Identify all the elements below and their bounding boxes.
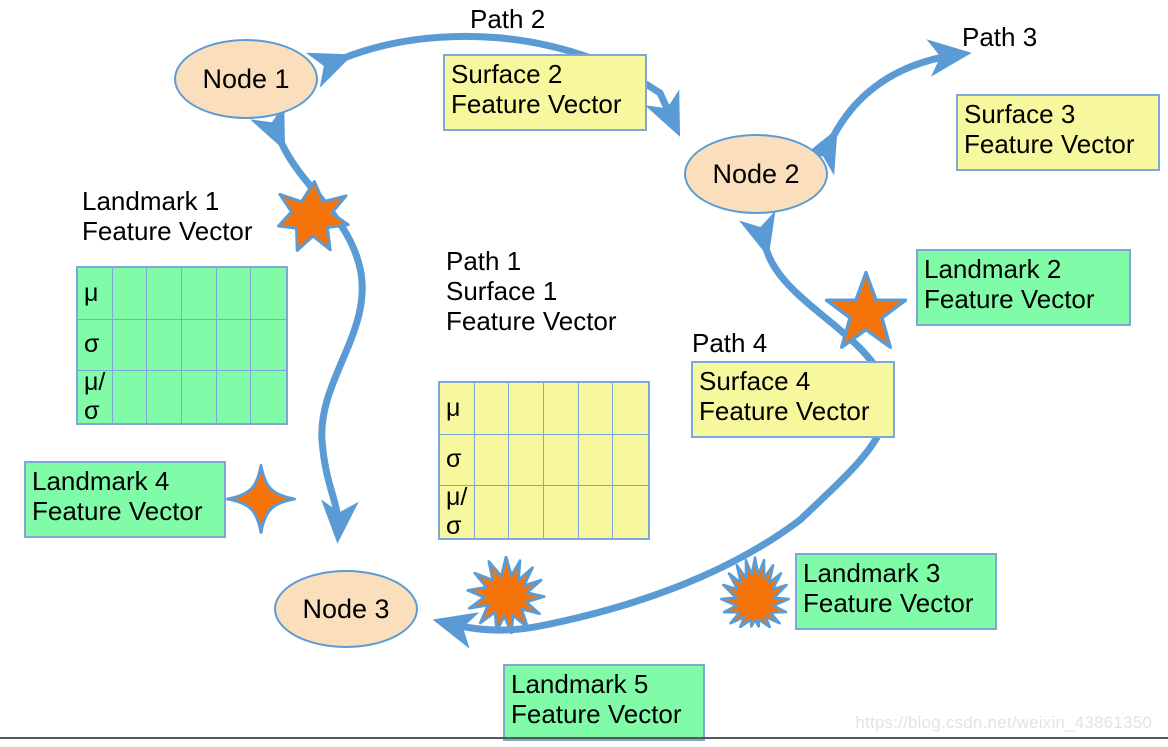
landmark4-line2: Feature Vector <box>32 496 203 527</box>
landmark2-feature-vector-box[interactable]: Landmark 2 Feature Vector <box>916 249 1131 326</box>
feature-cell[interactable]: σ <box>440 434 475 487</box>
feature-cell[interactable] <box>147 371 182 423</box>
landmark2-line2: Feature Vector <box>924 284 1095 315</box>
node-label: Node 2 <box>712 158 800 189</box>
feature-cell[interactable] <box>112 268 148 320</box>
feature-cell[interactable] <box>613 486 648 538</box>
feature-cell[interactable] <box>147 268 182 320</box>
node-label: Node 3 <box>302 593 390 624</box>
node-node3[interactable]: Node 3 <box>274 570 418 648</box>
landmark1-line1: Landmark 1 <box>82 186 220 216</box>
star-landmark3-icon <box>720 556 790 628</box>
bottom-divider <box>0 737 1168 739</box>
feature-cell[interactable] <box>182 319 217 372</box>
surface2-line2: Feature Vector <box>451 89 622 120</box>
feature-cell[interactable] <box>113 371 148 423</box>
surface4-line1: Surface 4 <box>699 366 811 396</box>
edge-path1 <box>249 103 366 544</box>
feature-cell[interactable] <box>182 268 217 320</box>
watermark-text: https://blog.csdn.net/weixin_43861350 <box>855 713 1152 732</box>
landmark2-line1: Landmark 2 <box>924 254 1062 284</box>
surface3-line1: Surface 3 <box>964 99 1076 129</box>
feature-cell[interactable] <box>251 268 286 320</box>
feature-cell[interactable] <box>216 268 252 320</box>
feature-cell[interactable] <box>544 486 579 538</box>
star-landmark1-icon <box>277 180 350 252</box>
feature-cell[interactable] <box>251 320 286 372</box>
feature-cell[interactable] <box>475 486 510 538</box>
diagram-canvas: Node 1 Node 2 Node 3 Path 2 Path 3 Path … <box>0 0 1168 747</box>
feature-cell[interactable] <box>217 371 252 423</box>
star-landmark5-icon <box>466 556 546 634</box>
landmark1-feature-table[interactable]: μ σ μ/σ <box>76 266 288 425</box>
feature-cell[interactable] <box>578 434 614 487</box>
feature-cell[interactable] <box>182 371 217 423</box>
node-node1[interactable]: Node 1 <box>174 39 318 119</box>
landmark4-feature-vector-box[interactable]: Landmark 4 Feature Vector <box>24 461 226 538</box>
landmark5-feature-vector-box[interactable]: Landmark 5 Feature Vector <box>503 664 705 741</box>
surface1-feature-table[interactable]: μ σ μ/σ <box>438 381 650 540</box>
path-label-text: Path 3 <box>962 22 1038 52</box>
landmark5-line2: Feature Vector <box>511 699 682 730</box>
label-path4: Path 4 <box>692 328 767 358</box>
label-landmark1: Landmark 1 Feature Vector <box>82 186 253 246</box>
feature-cell[interactable] <box>474 434 510 487</box>
star-landmark4-icon <box>226 464 296 534</box>
feature-cell[interactable] <box>216 319 252 372</box>
feature-cell[interactable]: σ <box>78 319 113 372</box>
surface3-line2: Feature Vector <box>964 129 1135 160</box>
feature-cell[interactable] <box>474 383 510 435</box>
feature-cell[interactable] <box>112 319 148 372</box>
node-node2[interactable]: Node 2 <box>684 134 828 214</box>
feature-cell[interactable] <box>579 486 614 538</box>
surface4-feature-vector-box[interactable]: Surface 4 Feature Vector <box>691 361 895 438</box>
surface1-line1: Surface 1 <box>446 276 558 307</box>
star-landmark2-icon <box>824 270 908 349</box>
label-path1-surface1: Path 1 Surface 1 Feature Vector <box>446 246 617 336</box>
landmark3-line2: Feature Vector <box>803 588 974 619</box>
landmark4-line1: Landmark 4 <box>32 466 170 496</box>
feature-cell[interactable] <box>509 486 544 538</box>
surface2-feature-vector-box[interactable]: Surface 2 Feature Vector <box>443 54 647 131</box>
node-label: Node 1 <box>202 63 290 94</box>
landmark3-line1: Landmark 3 <box>803 558 941 588</box>
feature-cell[interactable] <box>509 434 544 487</box>
feature-cell[interactable]: μ <box>440 383 475 435</box>
feature-cell[interactable]: μ <box>78 268 113 320</box>
label-path3: Path 3 <box>962 22 1037 52</box>
feature-cell[interactable] <box>544 383 579 435</box>
feature-cell[interactable] <box>147 319 182 372</box>
feature-cell[interactable] <box>251 371 286 423</box>
feature-cell[interactable] <box>509 383 544 435</box>
label-path2: Path 2 <box>470 4 545 34</box>
surface3-feature-vector-box[interactable]: Surface 3 Feature Vector <box>956 94 1160 171</box>
surface1-line2: Feature Vector <box>446 306 617 337</box>
surface2-line1: Surface 2 <box>451 59 563 89</box>
surface4-line2: Feature Vector <box>699 396 870 427</box>
path-label-text: Path 2 <box>470 4 546 34</box>
landmark5-line1: Landmark 5 <box>511 669 649 699</box>
feature-cell[interactable]: μ/σ <box>78 371 113 423</box>
feature-cell[interactable] <box>544 434 579 487</box>
landmark3-feature-vector-box[interactable]: Landmark 3 Feature Vector <box>795 553 997 630</box>
edge-path3 <box>800 39 972 176</box>
feature-cell[interactable] <box>613 383 648 435</box>
landmark1-line2: Feature Vector <box>82 216 253 247</box>
feature-cell[interactable] <box>578 383 614 435</box>
path-label-text: Path 1 <box>446 246 522 276</box>
path-label-text: Path 4 <box>692 328 768 358</box>
feature-cell[interactable]: μ/σ <box>440 486 475 538</box>
feature-cell[interactable] <box>613 435 648 487</box>
